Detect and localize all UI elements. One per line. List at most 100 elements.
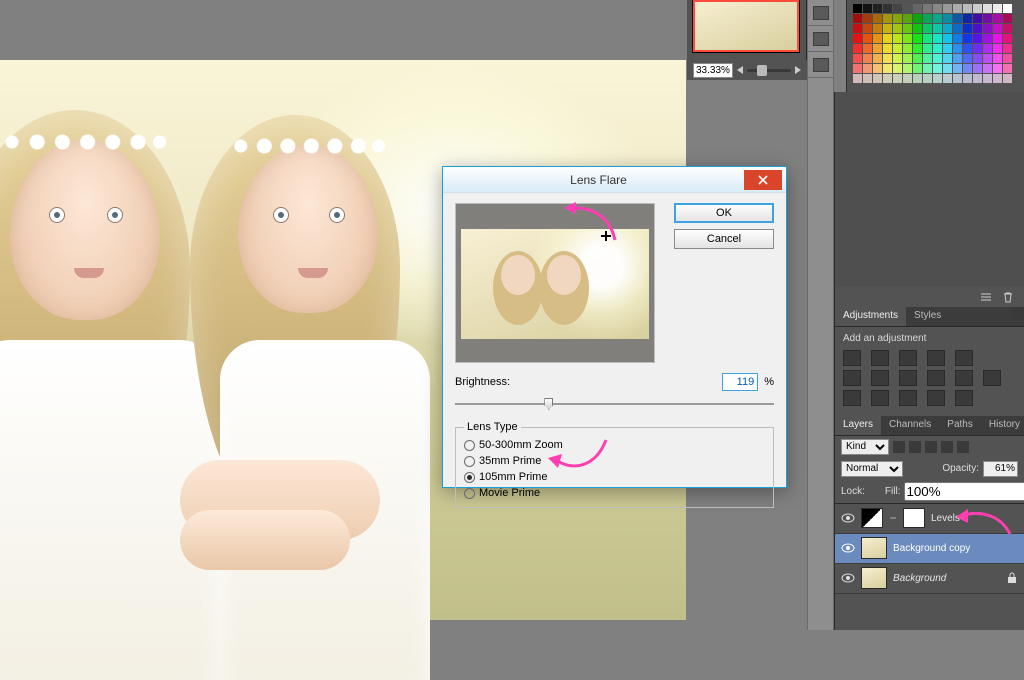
dialog-titlebar[interactable]: Lens Flare xyxy=(443,167,786,193)
swatch[interactable] xyxy=(993,74,1002,83)
swatch[interactable] xyxy=(883,54,892,63)
swatch[interactable] xyxy=(943,4,952,13)
swatch[interactable] xyxy=(943,54,952,63)
tab-layers[interactable]: Layers xyxy=(835,416,881,435)
swatch[interactable] xyxy=(983,74,992,83)
swatch[interactable] xyxy=(853,54,862,63)
swatch[interactable] xyxy=(913,64,922,73)
swatch[interactable] xyxy=(893,4,902,13)
swatch[interactable] xyxy=(903,4,912,13)
brightness-slider[interactable] xyxy=(455,397,774,411)
swatch[interactable] xyxy=(973,14,982,23)
swatch[interactable] xyxy=(963,54,972,63)
swatch[interactable] xyxy=(913,4,922,13)
visibility-icon[interactable] xyxy=(841,541,855,555)
swatch[interactable] xyxy=(893,64,902,73)
swatch[interactable] xyxy=(1003,34,1012,43)
swatch[interactable] xyxy=(893,54,902,63)
filter-type-icon[interactable] xyxy=(925,441,937,453)
swatch[interactable] xyxy=(933,4,942,13)
swatch[interactable] xyxy=(983,64,992,73)
panel-icon[interactable] xyxy=(813,58,829,72)
swatch[interactable] xyxy=(863,64,872,73)
swatch[interactable] xyxy=(963,74,972,83)
swatch[interactable] xyxy=(963,44,972,53)
swatch[interactable] xyxy=(893,74,902,83)
levels-icon[interactable] xyxy=(871,350,889,366)
layer-row[interactable]: Background xyxy=(835,564,1024,594)
filter-smart-icon[interactable] xyxy=(957,441,969,453)
collapse-icon[interactable] xyxy=(980,291,992,303)
visibility-icon[interactable] xyxy=(841,571,855,585)
fill-input[interactable] xyxy=(904,482,1024,501)
swatch[interactable] xyxy=(973,54,982,63)
swatch[interactable] xyxy=(863,44,872,53)
swatch[interactable] xyxy=(943,34,952,43)
swatch[interactable] xyxy=(903,14,912,23)
swatch[interactable] xyxy=(873,4,882,13)
swatch[interactable] xyxy=(923,74,932,83)
swatch[interactable] xyxy=(913,74,922,83)
layer-row[interactable]: Levels 1 xyxy=(835,504,1024,534)
swatch[interactable] xyxy=(983,44,992,53)
swatch[interactable] xyxy=(913,24,922,33)
zoom-in-icon[interactable] xyxy=(795,66,801,74)
hue-sat-icon[interactable] xyxy=(843,370,861,386)
flare-center-crosshair[interactable] xyxy=(601,231,611,241)
layer-name[interactable]: Levels 1 xyxy=(931,513,968,524)
swatch[interactable] xyxy=(963,64,972,73)
swatch[interactable] xyxy=(853,14,862,23)
swatch[interactable] xyxy=(1003,54,1012,63)
swatch[interactable] xyxy=(863,14,872,23)
swatch[interactable] xyxy=(953,74,962,83)
invert-icon[interactable] xyxy=(843,390,861,406)
swatch[interactable] xyxy=(883,14,892,23)
swatch[interactable] xyxy=(963,24,972,33)
layer-name[interactable]: Background copy xyxy=(893,543,970,554)
swatch[interactable] xyxy=(993,34,1002,43)
swatch[interactable] xyxy=(903,24,912,33)
swatch[interactable] xyxy=(1003,14,1012,23)
cancel-button[interactable]: Cancel xyxy=(674,229,774,249)
swatch[interactable] xyxy=(983,34,992,43)
radio-icon[interactable] xyxy=(464,456,475,467)
photo-filter-icon[interactable] xyxy=(927,370,945,386)
navigator-thumbnail[interactable] xyxy=(693,0,799,52)
swatch[interactable] xyxy=(873,24,882,33)
swatch[interactable] xyxy=(943,74,952,83)
radio-icon[interactable] xyxy=(464,472,475,483)
navigator-zoom-input[interactable] xyxy=(693,63,733,78)
swatch[interactable] xyxy=(853,24,862,33)
trash-icon[interactable] xyxy=(1002,291,1014,303)
tab-styles[interactable]: Styles xyxy=(906,307,949,326)
color-lookup-icon[interactable] xyxy=(983,370,1001,386)
swatch[interactable] xyxy=(873,54,882,63)
swatch[interactable] xyxy=(993,24,1002,33)
swatch[interactable] xyxy=(953,44,962,53)
swatch[interactable] xyxy=(983,54,992,63)
swatch[interactable] xyxy=(873,44,882,53)
radio-icon[interactable] xyxy=(464,440,475,451)
color-balance-icon[interactable] xyxy=(871,370,889,386)
swatch[interactable] xyxy=(943,44,952,53)
swatch[interactable] xyxy=(993,44,1002,53)
swatch[interactable] xyxy=(913,14,922,23)
swatch[interactable] xyxy=(873,34,882,43)
swatch[interactable] xyxy=(973,4,982,13)
curves-icon[interactable] xyxy=(899,350,917,366)
blend-mode-select[interactable]: Normal xyxy=(841,461,903,477)
filter-shape-icon[interactable] xyxy=(941,441,953,453)
tab-history[interactable]: History xyxy=(981,416,1024,435)
swatch[interactable] xyxy=(993,4,1002,13)
swatch[interactable] xyxy=(993,54,1002,63)
swatch[interactable] xyxy=(933,44,942,53)
swatch[interactable] xyxy=(903,34,912,43)
exposure-icon[interactable] xyxy=(927,350,945,366)
swatch[interactable] xyxy=(893,14,902,23)
swatch[interactable] xyxy=(1003,4,1012,13)
navigator-zoom-slider[interactable] xyxy=(747,69,791,72)
swatch[interactable] xyxy=(983,4,992,13)
opacity-input[interactable] xyxy=(983,461,1018,477)
swatch[interactable] xyxy=(933,34,942,43)
swatch[interactable] xyxy=(953,34,962,43)
